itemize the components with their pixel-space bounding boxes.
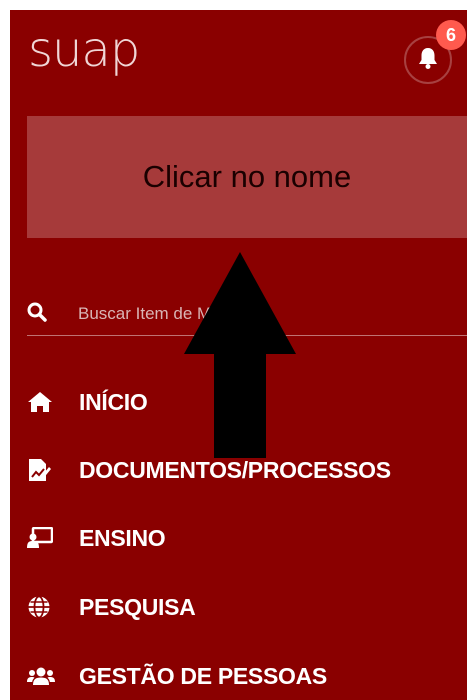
notification-count-badge: 6 bbox=[436, 20, 466, 50]
menu-item-label: ENSINO bbox=[79, 524, 166, 551]
app-logo[interactable]: suap bbox=[28, 20, 140, 80]
document-chart-icon bbox=[27, 458, 63, 482]
menu-item-pesquisa[interactable]: PESQUISA bbox=[27, 587, 467, 627]
user-box-label: Clicar no nome bbox=[142, 159, 352, 194]
menu-item-label: INÍCIO bbox=[79, 388, 148, 415]
menu-item-label: GESTÃO DE PESSOAS bbox=[79, 662, 327, 689]
menu-item-ensino[interactable]: ENSINO bbox=[27, 518, 467, 558]
user-name-box[interactable]: Clicar no nome bbox=[27, 116, 467, 238]
home-icon bbox=[27, 390, 63, 414]
sidebar: suap 6 Clicar no nome Buscar Item de Men… bbox=[10, 10, 467, 700]
globe-icon bbox=[27, 595, 63, 619]
menu-item-label: PESQUISA bbox=[79, 593, 196, 620]
bell-icon bbox=[417, 46, 439, 75]
chalkboard-teacher-icon bbox=[27, 526, 63, 550]
menu-item-gestao-de-pessoas[interactable]: GESTÃO DE PESSOAS bbox=[27, 656, 467, 696]
search-icon bbox=[27, 302, 47, 327]
annotation-arrow bbox=[180, 250, 300, 465]
users-icon bbox=[27, 664, 63, 688]
